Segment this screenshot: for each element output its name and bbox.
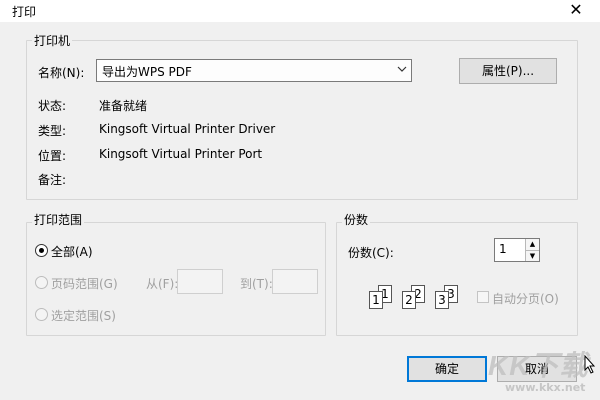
selection-label[interactable]: 选定范围(S) bbox=[51, 307, 116, 324]
ok-button[interactable]: 确定 bbox=[407, 356, 487, 382]
print-all-label[interactable]: 全部(A) bbox=[51, 243, 93, 260]
selection-radio[interactable] bbox=[35, 308, 48, 321]
collate-checkbox[interactable] bbox=[477, 291, 489, 303]
title-bar bbox=[0, 0, 600, 22]
collate-page: 1 bbox=[369, 291, 383, 309]
status-label: 状态: bbox=[38, 99, 67, 113]
copies-spinner[interactable]: 1 ▲ ▼ bbox=[494, 238, 540, 262]
status-value: 准备就绪 bbox=[99, 99, 148, 113]
from-label: 从(F): bbox=[146, 277, 179, 291]
page-range-label[interactable]: 页码范围(G) bbox=[51, 275, 118, 292]
collate-page: 3 bbox=[435, 291, 449, 309]
page-range-radio[interactable] bbox=[35, 276, 48, 289]
copies-group bbox=[336, 222, 578, 336]
watermark-logo: KK下载 bbox=[488, 350, 589, 381]
comment-label: 备注: bbox=[38, 173, 67, 187]
to-label: 到(T): bbox=[240, 277, 273, 291]
copies-value: 1 bbox=[499, 242, 507, 256]
collate-label[interactable]: 自动分页(O) bbox=[492, 290, 559, 307]
location-value: Kingsoft Virtual Printer Port bbox=[99, 147, 263, 161]
type-label: 类型: bbox=[38, 124, 67, 138]
chevron-down-icon bbox=[397, 62, 407, 79]
watermark-url: www.kkx.net bbox=[505, 381, 586, 394]
print-range-group-label: 打印范围 bbox=[32, 211, 85, 228]
properties-button[interactable]: 属性(P)... bbox=[459, 58, 557, 84]
copies-group-label: 份数 bbox=[342, 211, 371, 228]
printer-name-label: 名称(N): bbox=[38, 66, 85, 80]
printer-name-select[interactable]: 导出为WPS PDF bbox=[96, 59, 412, 82]
window-title: 打印 bbox=[12, 5, 37, 19]
cursor-icon bbox=[584, 354, 596, 378]
location-label: 位置: bbox=[38, 149, 67, 163]
collate-page: 2 bbox=[402, 291, 416, 309]
type-value: Kingsoft Virtual Printer Driver bbox=[99, 122, 276, 136]
spin-up-icon[interactable]: ▲ bbox=[525, 239, 539, 250]
to-input[interactable] bbox=[272, 269, 318, 294]
from-input[interactable] bbox=[177, 269, 223, 294]
spin-down-icon[interactable]: ▼ bbox=[525, 250, 539, 261]
printer-group-label: 打印机 bbox=[32, 32, 73, 49]
print-all-radio[interactable] bbox=[35, 244, 48, 257]
printer-name-value: 导出为WPS PDF bbox=[102, 65, 192, 79]
copies-label: 份数(C): bbox=[348, 246, 394, 260]
close-icon[interactable]: ✕ bbox=[566, 0, 586, 20]
